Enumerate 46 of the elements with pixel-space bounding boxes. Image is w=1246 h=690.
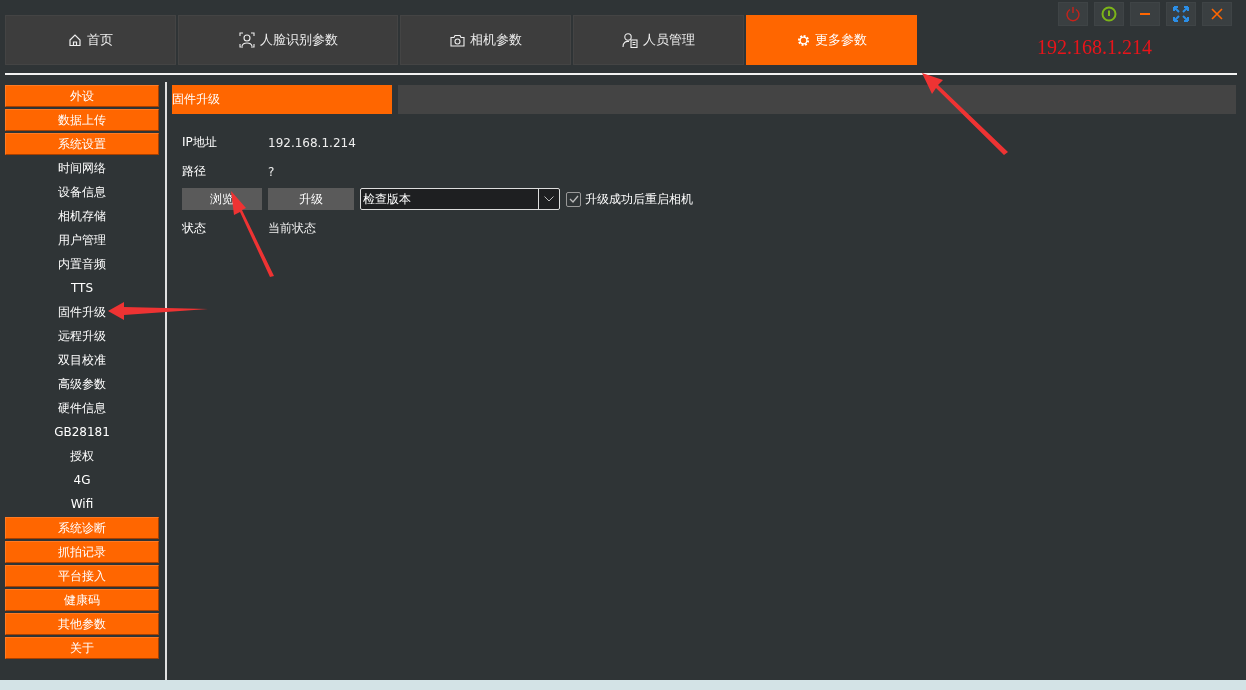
checkbox-label: 升级成功后重启相机 (585, 190, 693, 208)
home-icon (68, 33, 82, 47)
minimize-icon (1139, 12, 1151, 16)
sidebar-item[interactable]: 硬件信息 (5, 397, 159, 419)
tab[interactable]: 人员管理 (573, 15, 744, 65)
sidebar-item[interactable]: TTS (5, 277, 159, 299)
checkbox[interactable] (566, 191, 581, 207)
sidebar-item[interactable]: 用户管理 (5, 229, 159, 251)
maximize-button[interactable] (1166, 2, 1196, 26)
tab[interactable]: 相机参数 (400, 15, 571, 65)
sidebar-item[interactable]: 内置音频 (5, 253, 159, 275)
path-value: ? (268, 164, 275, 179)
status-value: 当前状态 (268, 220, 316, 237)
version-dropdown[interactable]: 检查版本 (360, 188, 560, 210)
status-label: 状态 (182, 220, 207, 237)
face-scan-icon (238, 32, 255, 48)
ip-value: 192.168.1.214 (268, 135, 356, 150)
settings-icon (796, 33, 810, 47)
camera-icon (449, 33, 465, 47)
sidebar-item[interactable]: Wifi (5, 493, 159, 515)
upgrade-button[interactable]: 升级 (268, 188, 354, 210)
power-icon (1065, 6, 1081, 22)
panel-title: 固件升级 (172, 85, 392, 114)
sidebar-item[interactable]: 设备信息 (5, 181, 159, 203)
maximize-icon (1173, 6, 1189, 22)
close-icon (1210, 7, 1224, 21)
path-label: 路径 (182, 163, 207, 180)
chevron-down-icon (544, 196, 554, 202)
tab[interactable]: 人脸识别参数 (178, 15, 398, 65)
sidebar-item[interactable]: 远程升级 (5, 325, 159, 347)
person-document-icon (622, 32, 638, 48)
close-button[interactable] (1202, 2, 1232, 26)
sidebar-item[interactable]: GB28181 (5, 421, 159, 443)
device-ip-address: 192.168.1.214 (1037, 36, 1152, 59)
sidebar-item[interactable]: 4G (5, 469, 159, 491)
sidebar-item[interactable]: 固件升级 (5, 301, 159, 323)
power-button[interactable] (1094, 2, 1124, 26)
sidebar-item[interactable]: 相机存储 (5, 205, 159, 227)
ip-label: IP地址 (182, 134, 218, 151)
minimize-button[interactable] (1130, 2, 1160, 26)
sidebar-item[interactable]: 双目校准 (5, 349, 159, 371)
sidebar-item[interactable]: 授权 (5, 445, 159, 467)
power-icon (1101, 6, 1117, 22)
sidebar-item[interactable]: 时间网络 (5, 157, 159, 179)
sidebar-item[interactable]: 高级参数 (5, 373, 159, 395)
tab[interactable]: 首页 (5, 15, 176, 65)
